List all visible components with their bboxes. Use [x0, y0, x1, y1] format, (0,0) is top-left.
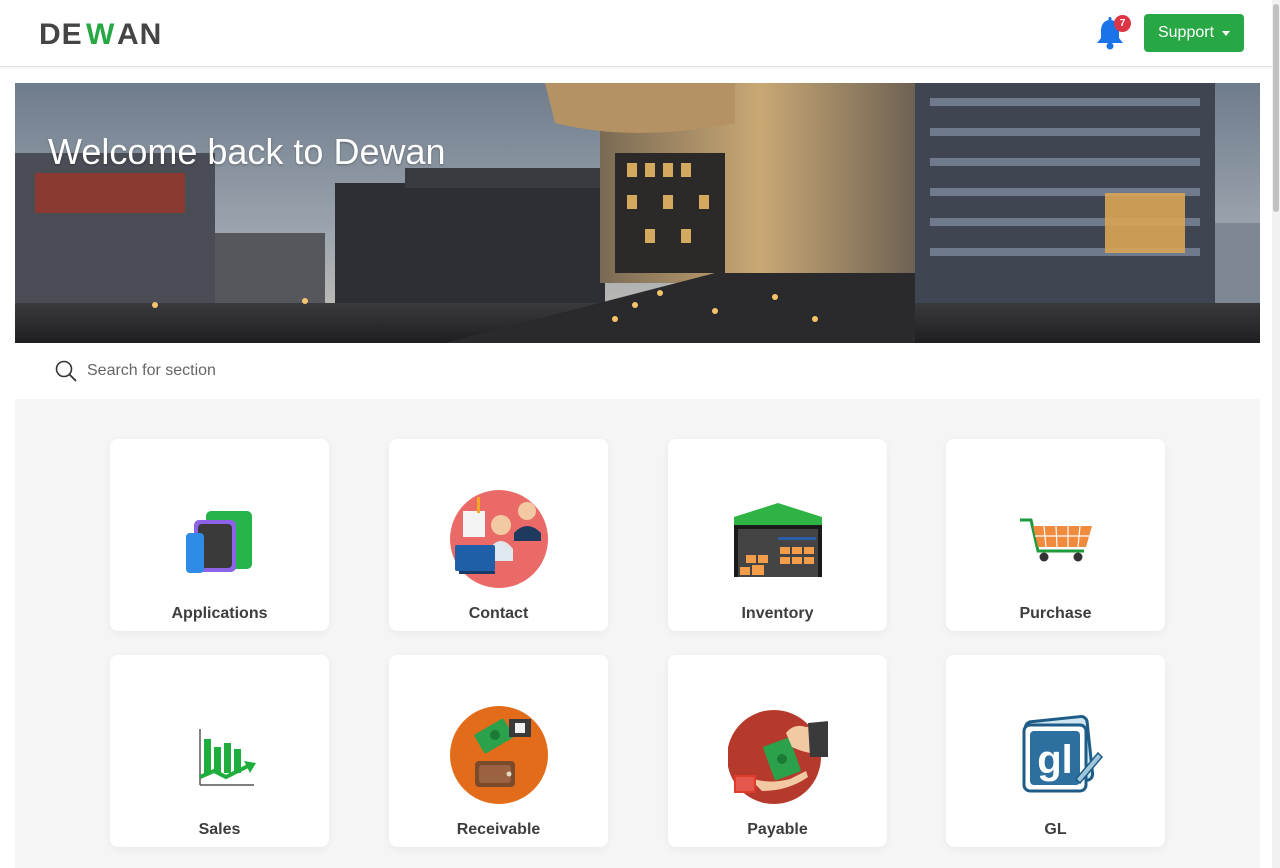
section-search-bar [15, 343, 1260, 399]
section-card-payable[interactable]: Payable [668, 655, 887, 847]
section-card-gl[interactable]: gl GL [946, 655, 1165, 847]
svg-text:DE: DE [39, 19, 83, 47]
section-card-label: Applications [171, 605, 268, 622]
purchase-icon [1019, 518, 1092, 562]
hero-title: Welcome back to Dewan [48, 131, 446, 172]
section-card-label: Receivable [456, 821, 541, 838]
svg-text:AN: AN [117, 19, 162, 47]
section-card-label: Inventory [741, 605, 814, 622]
search-icon [55, 360, 77, 382]
svg-text:W: W [86, 19, 115, 47]
inventory-icon [733, 503, 822, 577]
payable-icon [727, 710, 828, 804]
section-card-applications[interactable]: Applications [110, 439, 329, 631]
scrollbar-thumb[interactable] [1273, 4, 1279, 212]
contact-icon [449, 490, 548, 588]
support-button[interactable]: Support [1144, 14, 1244, 52]
section-card-purchase[interactable]: Purchase [946, 439, 1165, 631]
support-button-label: Support [1157, 24, 1215, 41]
hero-background-image [15, 83, 1260, 343]
sales-icon [198, 729, 256, 786]
page-scrollbar[interactable] [1272, 0, 1280, 868]
dewan-logo[interactable]: DE W AN [39, 19, 171, 47]
chevron-down-icon [1222, 31, 1231, 36]
section-card-inventory[interactable]: Inventory [668, 439, 887, 631]
section-card-label: Contact [468, 605, 529, 622]
search-input[interactable] [87, 358, 687, 384]
section-card-label: Purchase [1019, 605, 1092, 622]
section-card-label: Payable [747, 821, 808, 838]
top-navbar: DE W AN 7 Support [0, 0, 1272, 67]
section-card-sales[interactable]: Sales [110, 655, 329, 847]
hero-banner: Welcome back to Dewan [15, 83, 1260, 343]
sections-grid: Applications Contact Inventory Purchase … [15, 399, 1260, 868]
svg-text:gl: gl [1037, 738, 1073, 782]
section-card-label: GL [1044, 821, 1067, 838]
applications-icon [185, 511, 252, 573]
gl-icon: gl [1022, 715, 1103, 793]
notifications-badge: 7 [1114, 15, 1131, 32]
section-card-contact[interactable]: Contact [389, 439, 608, 631]
section-card-label: Sales [198, 821, 241, 838]
receivable-icon [449, 706, 548, 804]
section-card-receivable[interactable]: Receivable [389, 655, 608, 847]
